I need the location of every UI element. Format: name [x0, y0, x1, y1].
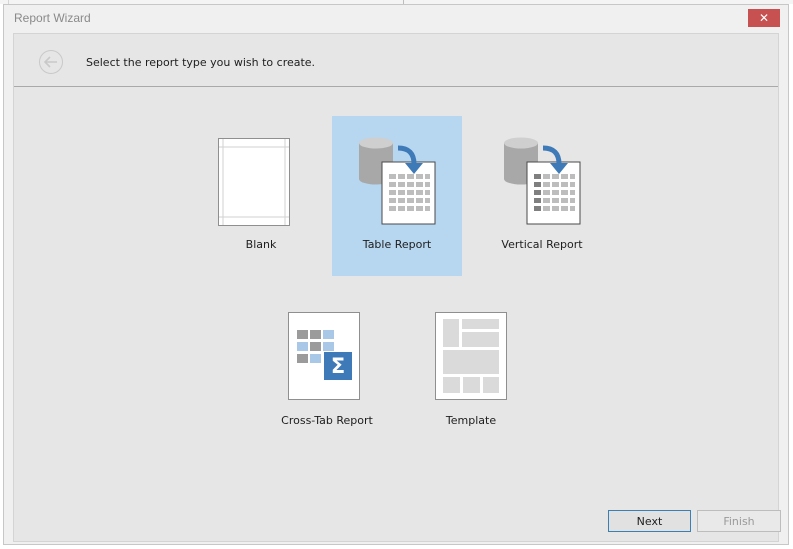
next-button[interactable]: Next	[608, 510, 691, 532]
close-icon: ✕	[758, 11, 770, 25]
vertical-report-label: Vertical Report	[501, 238, 583, 251]
template-label: Template	[445, 414, 497, 427]
finish-button[interactable]: Finish	[697, 510, 781, 532]
report-type-cross-tab-report[interactable]: Σ Cross-Tab Report	[262, 296, 392, 436]
blank-report-icon	[218, 138, 290, 226]
title-bar: Report Wizard ✕	[4, 5, 788, 33]
report-type-vertical-report[interactable]: Vertical Report	[477, 116, 607, 276]
back-arrow-icon	[44, 56, 57, 68]
table-report-label: Table Report	[362, 238, 432, 251]
window-title: Report Wizard	[14, 11, 91, 25]
wizard-header: Select the report type you wish to creat…	[14, 34, 778, 87]
instruction-text: Select the report type you wish to creat…	[86, 56, 316, 69]
blank-label: Blank	[245, 238, 277, 251]
back-button[interactable]	[39, 50, 63, 74]
report-type-table-report[interactable]: Table Report	[332, 116, 462, 276]
wizard-content: Select the report type you wish to creat…	[13, 33, 781, 542]
close-button[interactable]: ✕	[748, 9, 780, 27]
template-icon	[435, 312, 507, 400]
table-report-icon	[359, 137, 436, 225]
report-wizard-dialog: Report Wizard ✕ Select the report type y…	[3, 4, 789, 545]
svg-text:Σ: Σ	[331, 354, 345, 378]
report-type-template[interactable]: Template	[406, 296, 536, 436]
cross-tab-report-label: Cross-Tab Report	[281, 414, 373, 427]
cross-tab-report-icon: Σ	[288, 312, 360, 400]
vertical-report-icon	[504, 137, 581, 225]
report-type-blank[interactable]: Blank	[196, 116, 326, 276]
